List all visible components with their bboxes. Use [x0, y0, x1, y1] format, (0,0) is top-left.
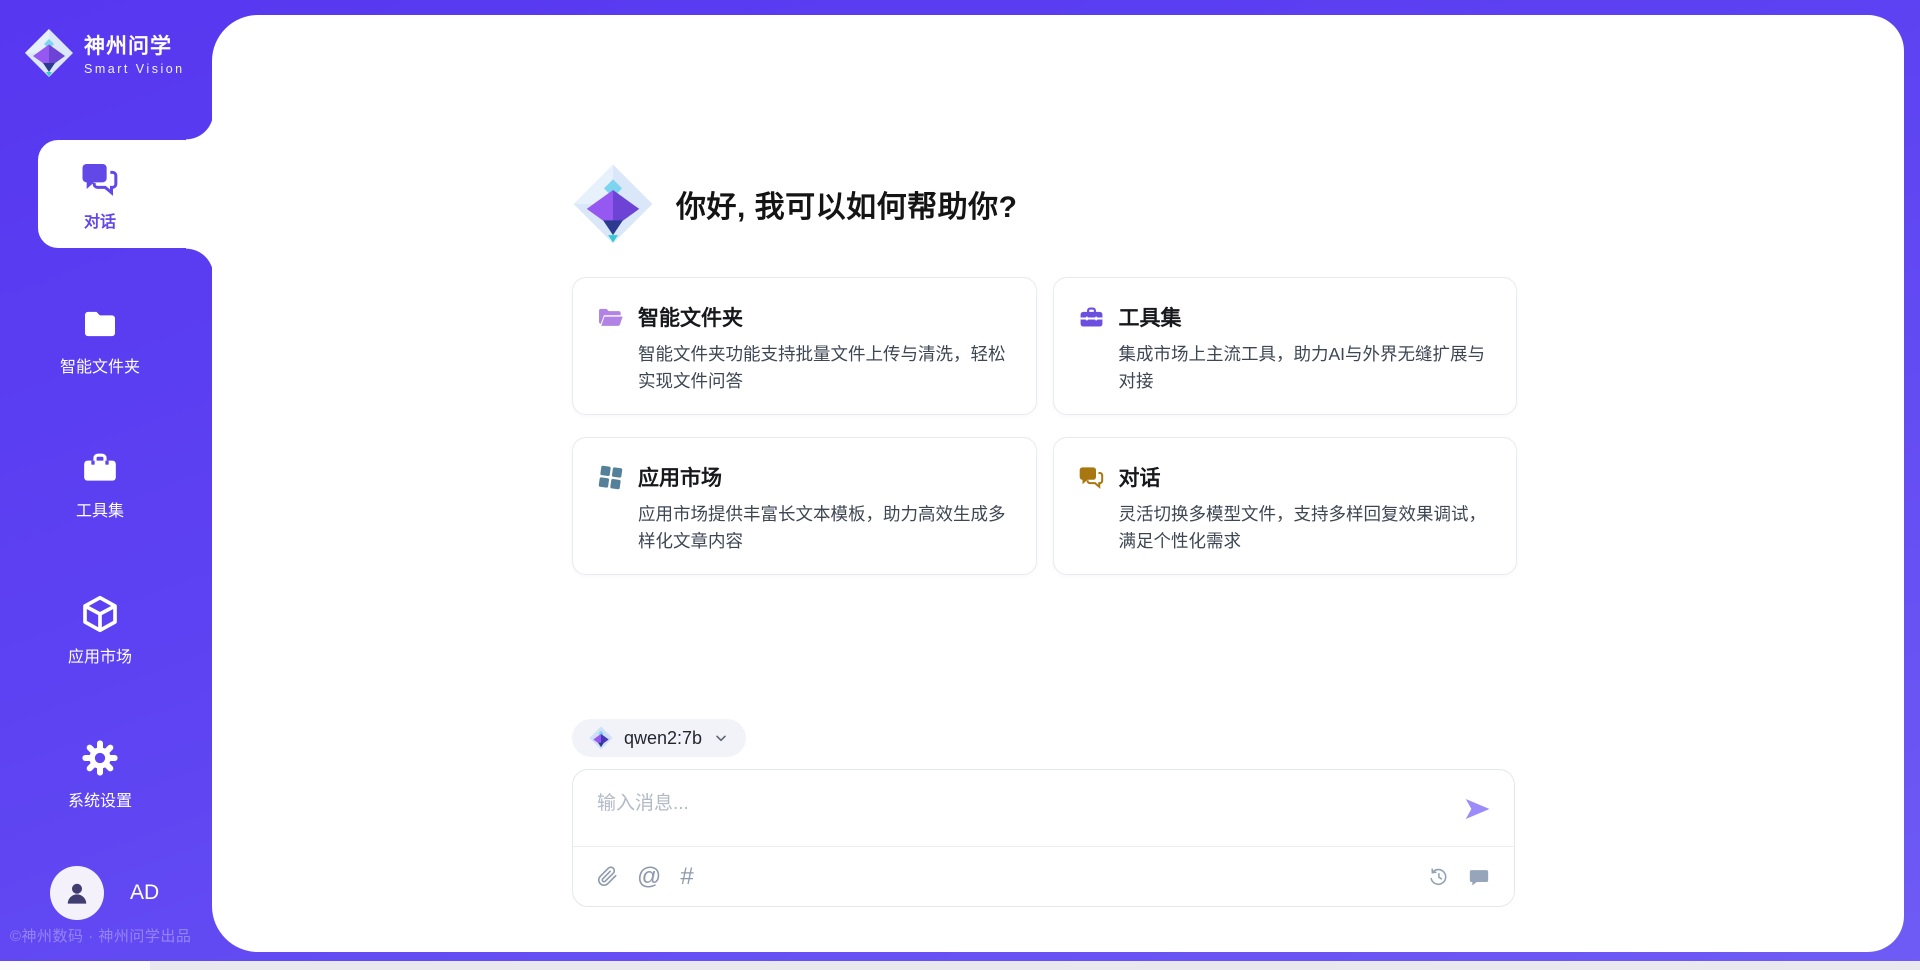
send-icon — [1462, 794, 1492, 824]
composer-tools-left: @ # — [597, 865, 694, 889]
model-logo-icon — [589, 726, 613, 750]
brand-subtitle: Smart Vision — [84, 62, 185, 76]
send-button[interactable] — [1462, 794, 1492, 824]
gear-icon — [80, 738, 120, 778]
bottom-scrollbar-strip — [0, 961, 1920, 970]
mention-button[interactable]: @ — [637, 865, 661, 889]
sidebar-item-label: 系统设置 — [68, 787, 132, 811]
card-smart-folder[interactable]: 智能文件夹 智能文件夹功能支持批量文件上传与清洗，轻松实现文件问答 — [572, 277, 1037, 415]
sidebar: 神州问学 Smart Vision 对话 智能文件夹 工具集 — [0, 0, 212, 970]
message-composer: @ # — [572, 769, 1515, 907]
history-button[interactable] — [1427, 866, 1449, 888]
brand-diamond-icon — [24, 28, 74, 78]
attach-file-button[interactable] — [597, 866, 618, 887]
at-icon: @ — [637, 865, 661, 889]
greeting-text: 你好, 我可以如何帮助你? — [676, 182, 1018, 226]
sidebar-item-label: 应用市场 — [68, 643, 132, 667]
model-selector[interactable]: qwen2:7b — [572, 719, 746, 757]
card-description: 应用市场提供丰富长文本模板，助力高效生成多样化文章内容 — [638, 501, 1012, 554]
card-description: 智能文件夹功能支持批量文件上传与清洗，轻松实现文件问答 — [638, 341, 1012, 394]
sidebar-item-chat[interactable]: 对话 — [0, 145, 200, 245]
card-description: 集成市场上主流工具，助力AI与外界无缝扩展与对接 — [1119, 341, 1493, 394]
avatar — [50, 866, 104, 920]
card-app-market[interactable]: 应用市场 应用市场提供丰富长文本模板，助力高效生成多样化文章内容 — [572, 437, 1037, 575]
sidebar-item-app-market[interactable]: 应用市场 — [0, 580, 200, 680]
briefcase-icon — [1078, 304, 1105, 331]
chevron-down-icon — [713, 730, 729, 746]
chat-bubble-icon — [1468, 866, 1490, 888]
briefcase-icon — [80, 448, 120, 488]
composer-tools-right — [1427, 866, 1490, 888]
feature-cards: 智能文件夹 智能文件夹功能支持批量文件上传与清洗，轻松实现文件问答 工具集 集成… — [572, 277, 1517, 575]
active-tab-flare-bottom — [186, 248, 214, 276]
person-icon — [62, 878, 92, 908]
copyright-footer: ©神州数码 · 神州问学出品 — [0, 925, 230, 946]
folder-open-icon — [597, 304, 624, 331]
sidebar-item-label: 工具集 — [76, 497, 124, 521]
composer-toolbar: @ # — [597, 847, 1490, 906]
greeting: 你好, 我可以如何帮助你? — [572, 163, 1018, 245]
sidebar-item-label: 智能文件夹 — [60, 353, 140, 377]
grid-icon — [597, 464, 624, 491]
sidebar-item-toolset[interactable]: 工具集 — [0, 434, 200, 534]
hashtag-button[interactable]: # — [680, 865, 693, 889]
assistant-logo-icon — [572, 163, 654, 245]
paperclip-icon — [597, 866, 618, 887]
active-tab-flare-top — [186, 112, 214, 140]
sidebar-item-label: 对话 — [84, 208, 116, 232]
card-title: 智能文件夹 — [638, 302, 743, 332]
sidebar-item-settings[interactable]: 系统设置 — [0, 724, 200, 824]
cube-icon — [80, 594, 120, 634]
card-title: 对话 — [1119, 462, 1161, 492]
card-chat[interactable]: 对话 灵活切换多模型文件，支持多样回复效果调试，满足个性化需求 — [1053, 437, 1518, 575]
card-toolset[interactable]: 工具集 集成市场上主流工具，助力AI与外界无缝扩展与对接 — [1053, 277, 1518, 415]
hash-icon: # — [680, 865, 693, 889]
card-title: 工具集 — [1119, 302, 1182, 332]
sidebar-item-smart-folder[interactable]: 智能文件夹 — [0, 290, 200, 390]
user-name: AD — [130, 881, 159, 905]
history-icon — [1427, 866, 1449, 888]
message-input[interactable] — [597, 788, 1417, 836]
model-name: qwen2:7b — [624, 728, 702, 749]
conversation-button[interactable] — [1468, 866, 1490, 888]
chat-icon — [80, 159, 120, 199]
bottom-strip-segment — [0, 961, 150, 970]
card-description: 灵活切换多模型文件，支持多样回复效果调试，满足个性化需求 — [1119, 501, 1493, 554]
card-title: 应用市场 — [638, 462, 722, 492]
chat-icon — [1078, 464, 1105, 491]
brand-logo: 神州问学 Smart Vision — [24, 28, 185, 78]
user-account[interactable]: AD — [50, 866, 159, 920]
brand-name: 神州问学 — [84, 30, 185, 60]
folder-icon — [80, 304, 120, 344]
